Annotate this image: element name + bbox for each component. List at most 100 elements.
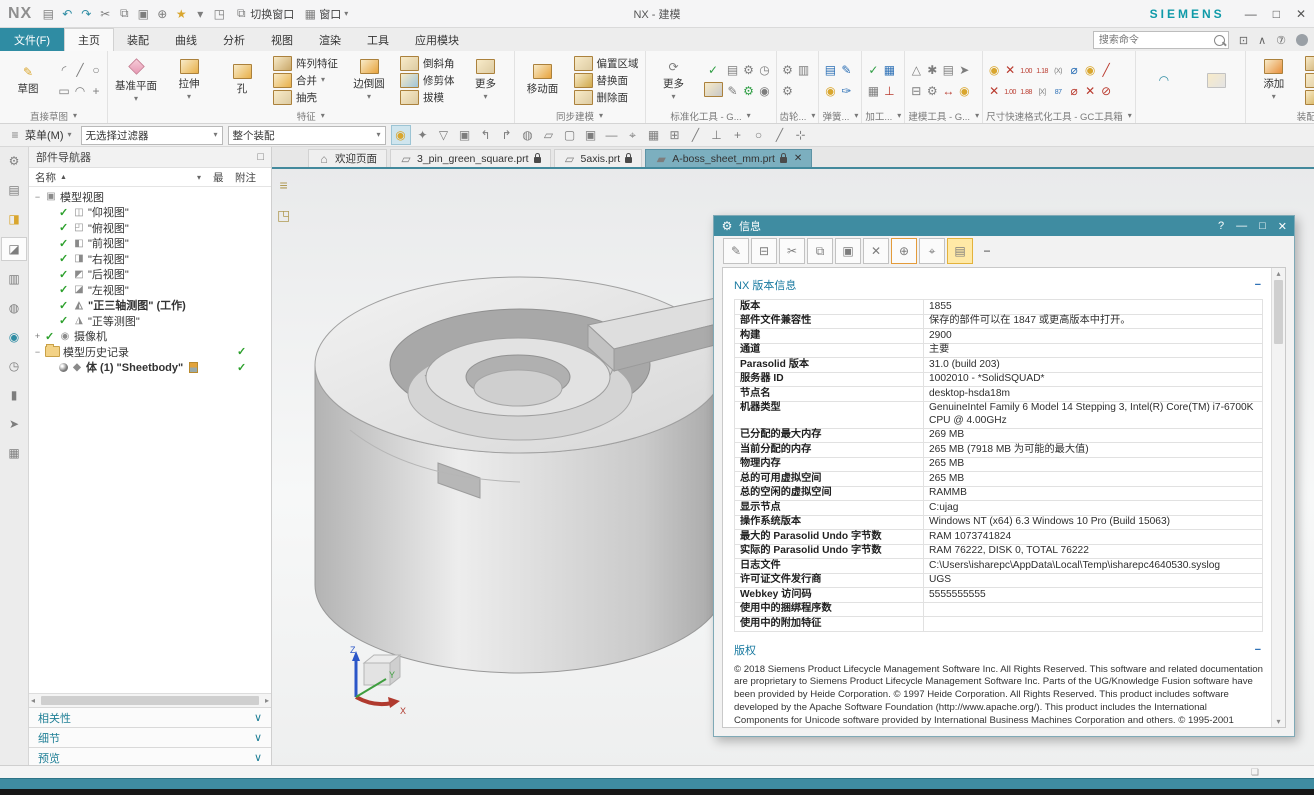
- expand-icon[interactable]: −: [33, 347, 42, 357]
- navigator-hscrollbar[interactable]: ◂▸: [29, 693, 271, 707]
- collapse-section-icon[interactable]: −: [1255, 279, 1261, 291]
- dialog-close-button[interactable]: ✕: [1278, 220, 1287, 233]
- panel-细节[interactable]: 细节∨: [29, 727, 271, 747]
- scrollbar-thumb[interactable]: [1274, 280, 1283, 344]
- deselect-vertex-button[interactable]: ✦: [414, 126, 432, 144]
- gear-tool-button[interactable]: ⚙: [782, 84, 794, 98]
- redo-sel-button[interactable]: ↱: [498, 126, 516, 144]
- doc-a-button[interactable]: ▤: [942, 63, 954, 77]
- minimize-ribbon-icon[interactable]: ∧: [1258, 34, 1266, 47]
- slash-red-button[interactable]: ╱: [1100, 63, 1112, 77]
- ribbon-tab-工具[interactable]: 工具: [354, 29, 402, 51]
- dia-zero-button[interactable]: ⊘: [1100, 84, 1112, 98]
- check-icon[interactable]: ✓: [45, 330, 56, 343]
- collapse-button[interactable]: −: [975, 239, 999, 263]
- file-menu-tab[interactable]: 文件(F): [0, 28, 64, 51]
- point-button[interactable]: +: [90, 84, 102, 98]
- information-dialog-titlebar[interactable]: ⚙ 信息 ? — □ ✕: [714, 216, 1294, 236]
- maximize-button[interactable]: □: [1273, 7, 1280, 21]
- check-icon[interactable]: ✓: [59, 237, 70, 250]
- 删除面-button[interactable]: 删除面: [571, 89, 642, 105]
- 更多-button[interactable]: ⟳更多▾: [649, 59, 699, 102]
- resource-constraint-navigator[interactable]: ◨: [2, 208, 26, 230]
- ribbon-tab-分析[interactable]: 分析: [210, 29, 258, 51]
- cube-disabled-button[interactable]: [1192, 72, 1242, 89]
- sheet-cursor-button[interactable]: ▱: [540, 126, 558, 144]
- delete-button[interactable]: ✕: [863, 238, 889, 264]
- tree-item[interactable]: −模型历史记录✓: [29, 344, 271, 360]
- 倒斜角-button[interactable]: 倒斜角: [397, 55, 458, 71]
- fullscreen-icon[interactable]: ⊡: [1239, 34, 1248, 47]
- gear-run-button[interactable]: ⚙: [743, 63, 755, 77]
- 偏置区域-button[interactable]: 偏置区域: [571, 55, 642, 71]
- circle-button[interactable]: ○: [90, 63, 102, 77]
- line-snap-button[interactable]: ╱: [687, 126, 705, 144]
- dialog-scrollbar[interactable]: ▴ ▾: [1271, 268, 1285, 727]
- ribbon-tab-渲染[interactable]: 渲染: [306, 29, 354, 51]
- expand-icon[interactable]: +: [33, 331, 42, 341]
- column-note[interactable]: 附注: [235, 170, 271, 185]
- resource-history[interactable]: ◷: [2, 355, 26, 377]
- undo-icon[interactable]: ↶: [61, 7, 73, 21]
- column-latest[interactable]: 最: [213, 170, 235, 185]
- collapse-section-icon[interactable]: −: [1255, 644, 1261, 656]
- rack-tool-button[interactable]: ▥: [798, 63, 810, 77]
- cube-gray-button[interactable]: [704, 82, 723, 100]
- triangle-button[interactable]: △: [910, 63, 922, 77]
- flower-button[interactable]: ✱: [926, 63, 938, 77]
- check-icon[interactable]: ✓: [59, 221, 70, 234]
- cut-icon[interactable]: ✂: [99, 7, 111, 21]
- tree-item[interactable]: −▣模型视图: [29, 189, 271, 205]
- scroll-down-icon[interactable]: ▾: [1276, 717, 1280, 726]
- eye-icon[interactable]: [59, 363, 68, 372]
- num-118-button[interactable]: 1.18: [1036, 64, 1048, 76]
- ribbon-tab-主页[interactable]: 主页: [64, 28, 114, 51]
- gears-small-button[interactable]: ⚙: [926, 84, 938, 98]
- file-tab-A-boss_sheet_mm.prt[interactable]: ▰A-boss_sheet_mm.prt✕: [645, 149, 812, 167]
- 添加-button[interactable]: 添加▾: [1249, 58, 1299, 102]
- spline-button[interactable]: ◠: [74, 84, 86, 98]
- tree-item[interactable]: ✓◪"左视图": [29, 282, 271, 298]
- plus-snap-button[interactable]: +: [729, 126, 747, 144]
- line-button[interactable]: ╱: [74, 63, 86, 77]
- window-button[interactable]: ▦窗口▾: [304, 6, 348, 22]
- check-icon[interactable]: ✓: [59, 268, 70, 281]
- copy-icon[interactable]: ⧉: [118, 6, 130, 21]
- dim-a-button[interactable]: ⌀: [1068, 63, 1080, 77]
- 合并-button[interactable]: 合并▾: [270, 72, 341, 88]
- open-folder-button[interactable]: ◳: [277, 207, 290, 224]
- pen-blue-button[interactable]: ✎: [840, 63, 852, 77]
- dialog-maximize-button[interactable]: □: [1259, 220, 1266, 233]
- 基准平面-button[interactable]: 基准平面▾: [111, 56, 161, 104]
- tree-item[interactable]: ◆体 (1) "Sheetbody"✓: [29, 360, 271, 376]
- num-100-button[interactable]: 1.00: [1004, 85, 1016, 97]
- monitor-button[interactable]: ⊟: [910, 84, 922, 98]
- tree-item[interactable]: ✓◰"俯视图": [29, 220, 271, 236]
- snap-mid-button[interactable]: —: [603, 126, 621, 144]
- resource-web-browser[interactable]: ◉: [2, 326, 26, 348]
- panel-相关性[interactable]: 相关性∨: [29, 707, 271, 727]
- resource-reuse-library[interactable]: ▥: [2, 268, 26, 290]
- perp-snap-button[interactable]: ⊥: [708, 126, 726, 144]
- snap-end-button[interactable]: ⌖: [624, 126, 642, 144]
- x-box-button[interactable]: [X]: [1036, 85, 1048, 97]
- doc-cube-button[interactable]: ▣: [456, 126, 474, 144]
- paste-button[interactable]: ▣: [835, 238, 861, 264]
- 拔模-button[interactable]: 拔模: [397, 89, 458, 105]
- command-search[interactable]: [1093, 31, 1229, 49]
- expand-icon[interactable]: −: [33, 192, 42, 202]
- ribbon-tab-应用模块[interactable]: 应用模块: [402, 29, 472, 51]
- arrow-tool-button[interactable]: ➤: [958, 63, 970, 77]
- pen-button[interactable]: ✎: [727, 84, 739, 98]
- resource-roles[interactable]: ◍: [2, 297, 26, 319]
- surface-sheet-button[interactable]: ◠: [1139, 72, 1189, 88]
- note-ball-button[interactable]: ◍: [519, 126, 537, 144]
- send-icon[interactable]: ◳: [213, 7, 225, 21]
- model-3d[interactable]: [290, 225, 760, 705]
- selection-filter-dropdown[interactable]: 无选择过滤器▾: [81, 126, 223, 145]
- check-icon[interactable]: ✓: [59, 283, 70, 296]
- id-87-button[interactable]: 87: [1052, 85, 1064, 97]
- file-tab-5axis.prt[interactable]: ▱5axis.prt: [554, 149, 643, 167]
- list-button[interactable]: ▤: [947, 238, 973, 264]
- user-avatar[interactable]: [1296, 34, 1308, 46]
